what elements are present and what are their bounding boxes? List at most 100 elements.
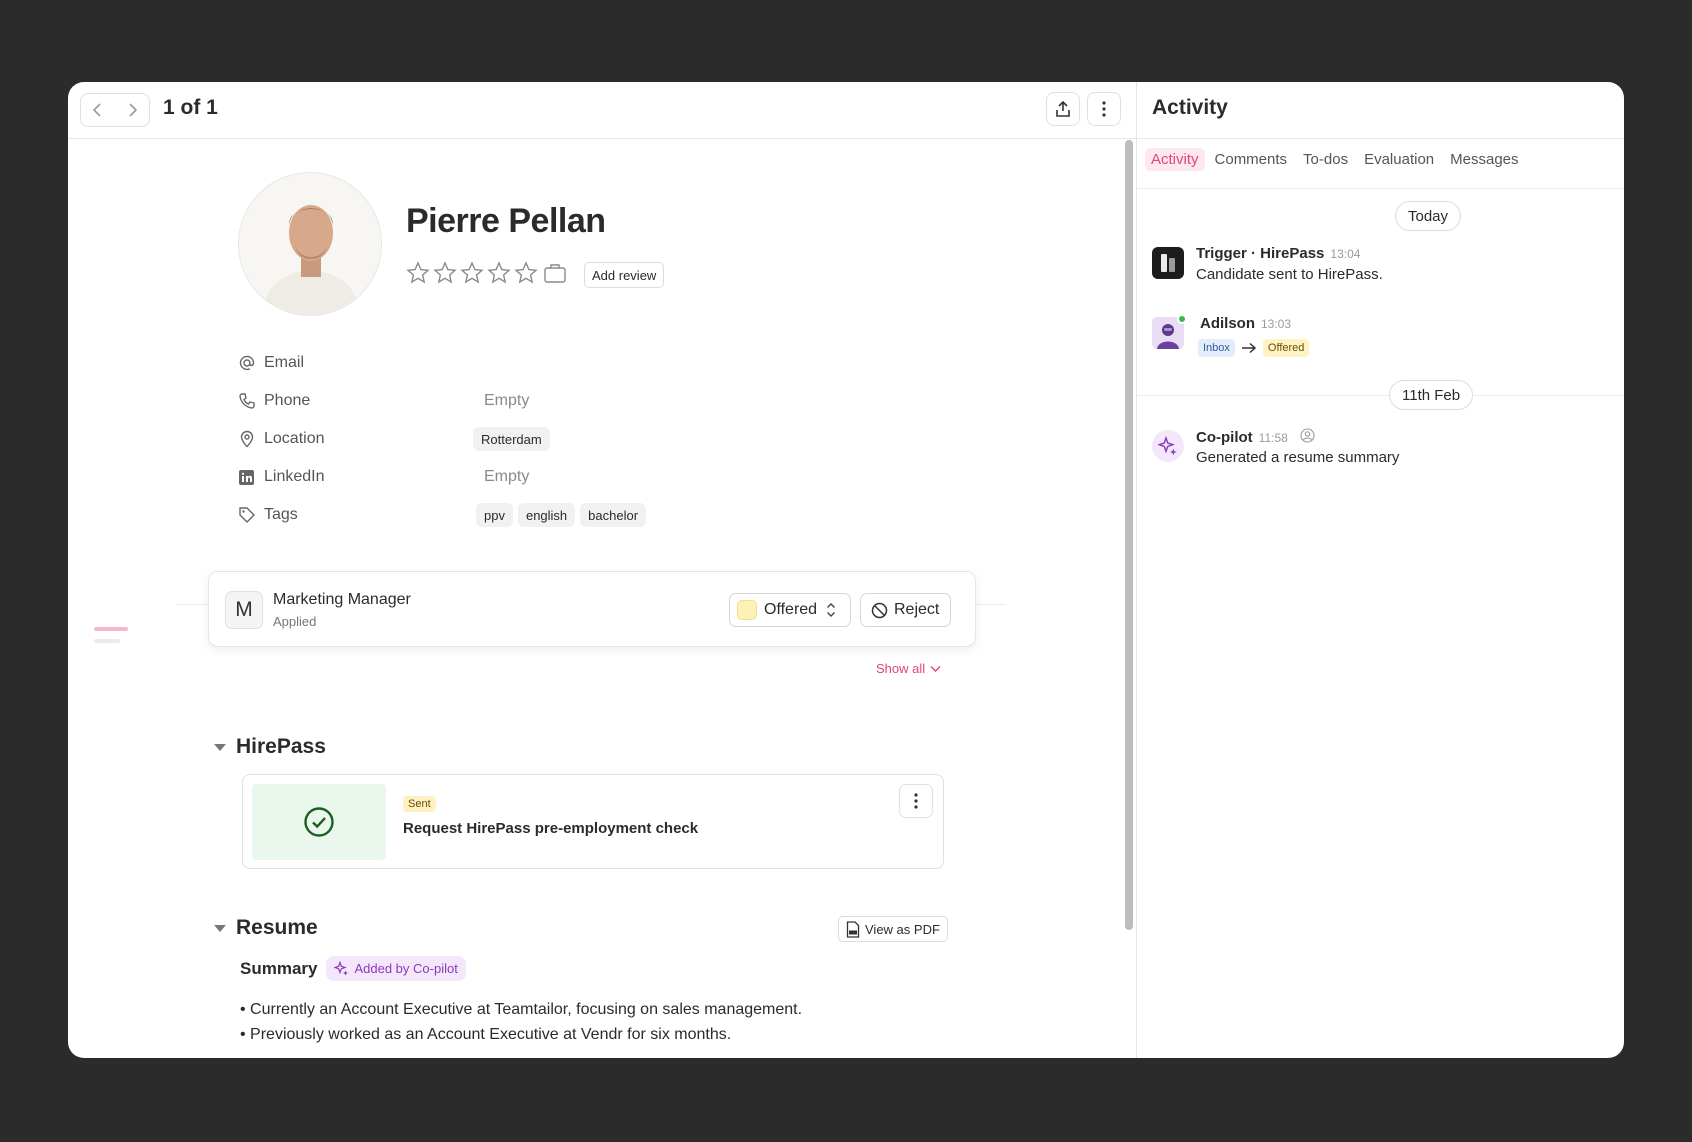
chevron-updown-icon [827, 603, 836, 617]
chevron-left-icon [92, 103, 101, 117]
stage-value: Offered [764, 601, 818, 618]
activity-title: Activity [1152, 96, 1228, 119]
activity-header: Activity [1137, 82, 1624, 139]
arrow-right-icon [1241, 342, 1257, 354]
tag-chip[interactable]: bachelor [580, 503, 647, 527]
top-toolbar: 1 of 1 [68, 82, 1136, 139]
pdf-file-icon [846, 920, 860, 938]
linkedin-value[interactable]: Empty [484, 468, 529, 486]
phone-row[interactable]: Phone Empty [238, 382, 798, 420]
location-label: Location [264, 430, 325, 447]
star-icon[interactable] [514, 261, 538, 285]
hirepass-menu-button[interactable] [899, 784, 933, 818]
activity-time: 13:03 [1261, 317, 1292, 331]
candidate-pane: 1 of 1 Pierre Pellan Add review Email Ph… [68, 82, 1136, 1058]
view-as-pdf-button[interactable]: View as PDF [838, 916, 948, 942]
avatar [1152, 314, 1187, 349]
share-button[interactable] [1046, 92, 1080, 126]
side-indicator [94, 627, 128, 651]
tag-chip[interactable]: ppv [476, 503, 513, 527]
star-icon[interactable] [487, 261, 511, 285]
linkedin-icon [238, 469, 264, 486]
phone-label: Phone [264, 392, 311, 409]
online-status-dot [1177, 314, 1187, 324]
sent-badge: Sent [403, 796, 436, 812]
list-item: • Currently an Account Executive at Team… [240, 1001, 803, 1018]
hirepass-section-header[interactable]: HirePass [214, 735, 326, 759]
chevron-right-icon [129, 103, 138, 117]
stage-color-swatch [737, 600, 757, 620]
phone-icon [238, 392, 264, 410]
stage-select[interactable]: Offered [729, 593, 851, 627]
job-application-card[interactable]: M Marketing Manager Applied Offered Reje… [208, 571, 976, 647]
activity-text: Generated a resume summary [1196, 449, 1400, 466]
to-stage-badge: Offered [1262, 339, 1310, 357]
tab-todos[interactable]: To-dos [1297, 148, 1354, 171]
hirepass-card[interactable]: Sent Request HirePass pre-employment che… [242, 774, 944, 869]
linkedin-row[interactable]: LinkedIn Empty [238, 458, 798, 496]
at-sign-icon [238, 354, 264, 372]
tab-evaluation[interactable]: Evaluation [1358, 148, 1440, 171]
tab-messages[interactable]: Messages [1444, 148, 1524, 171]
star-icon[interactable] [433, 261, 457, 285]
activity-pane: Activity Activity Comments To-dos Evalua… [1136, 82, 1624, 1058]
resume-summary-list: • Currently an Account Executive at Team… [240, 997, 802, 1047]
check-circle-icon [304, 807, 334, 837]
summary-label: Summary [240, 958, 318, 978]
tab-comments[interactable]: Comments [1209, 148, 1294, 171]
reject-button[interactable]: Reject [860, 593, 951, 627]
more-vertical-icon [1102, 101, 1106, 117]
star-icon[interactable] [406, 261, 430, 285]
more-vertical-icon [914, 793, 918, 809]
tag-icon [238, 506, 264, 524]
hirepass-title: HirePass [236, 735, 326, 758]
candidate-fields: Email Phone Empty Location Rotterdam Lin… [238, 344, 798, 534]
collapse-caret-icon[interactable] [214, 743, 226, 751]
activity-text: Candidate sent to HirePass. [1196, 266, 1383, 283]
ban-icon [871, 602, 888, 618]
next-button[interactable] [115, 94, 149, 126]
collapse-caret-icon[interactable] [214, 924, 226, 932]
resume-section-header[interactable]: Resume [214, 916, 318, 940]
add-review-button[interactable]: Add review [584, 262, 665, 288]
date-separator-11th-feb: 11th Feb [1389, 380, 1474, 410]
stage-change: Inbox Offered [1198, 339, 1310, 357]
tags-row[interactable]: Tags ppv english bachelor [238, 496, 798, 534]
briefcase-icon[interactable] [543, 262, 567, 289]
email-label: Email [264, 354, 305, 371]
activity-author: Adilson 13:03 [1200, 315, 1292, 332]
phone-value[interactable]: Empty [484, 392, 529, 410]
linkedin-label: LinkedIn [264, 468, 325, 485]
view-as-pdf-label: View as PDF [865, 921, 940, 937]
reject-label: Reject [894, 601, 940, 618]
hirepass-thumbnail [252, 784, 386, 860]
map-pin-icon [238, 430, 264, 448]
job-title[interactable]: Marketing Manager [273, 591, 411, 609]
tags-label: Tags [264, 506, 298, 523]
candidate-name: Pierre Pellan [406, 202, 606, 240]
rating-stars[interactable] [406, 261, 538, 285]
hirepass-request-title: Request HirePass pre-employment check [403, 820, 699, 837]
scrollbar-thumb[interactable] [1125, 140, 1133, 930]
tab-activity[interactable]: Activity [1145, 148, 1205, 171]
job-initial-avatar: M [225, 591, 263, 629]
candidate-window: 1 of 1 Pierre Pellan Add review Email Ph… [68, 82, 1624, 1058]
date-divider-line [1137, 395, 1624, 396]
summary-row: Summary Added by Co-pilot [240, 956, 466, 981]
user-circle-icon [1300, 428, 1315, 443]
sparkles-icon [1152, 430, 1184, 462]
location-row[interactable]: Location Rotterdam [238, 420, 798, 458]
tag-chip[interactable]: english [517, 503, 576, 527]
tabs-divider [1137, 188, 1624, 189]
show-all-link[interactable]: Show all [876, 661, 941, 676]
more-options-button[interactable] [1087, 92, 1121, 126]
resume-title: Resume [236, 916, 318, 939]
email-row[interactable]: Email [238, 344, 798, 382]
pager-count: 1 of 1 [163, 96, 218, 119]
activity-tabs: Activity Comments To-dos Evaluation Mess… [1145, 148, 1525, 171]
show-all-label: Show all [876, 661, 926, 676]
previous-button[interactable] [81, 94, 115, 126]
chevron-down-icon [930, 665, 941, 672]
location-chip[interactable]: Rotterdam [473, 427, 550, 451]
star-icon[interactable] [460, 261, 484, 285]
